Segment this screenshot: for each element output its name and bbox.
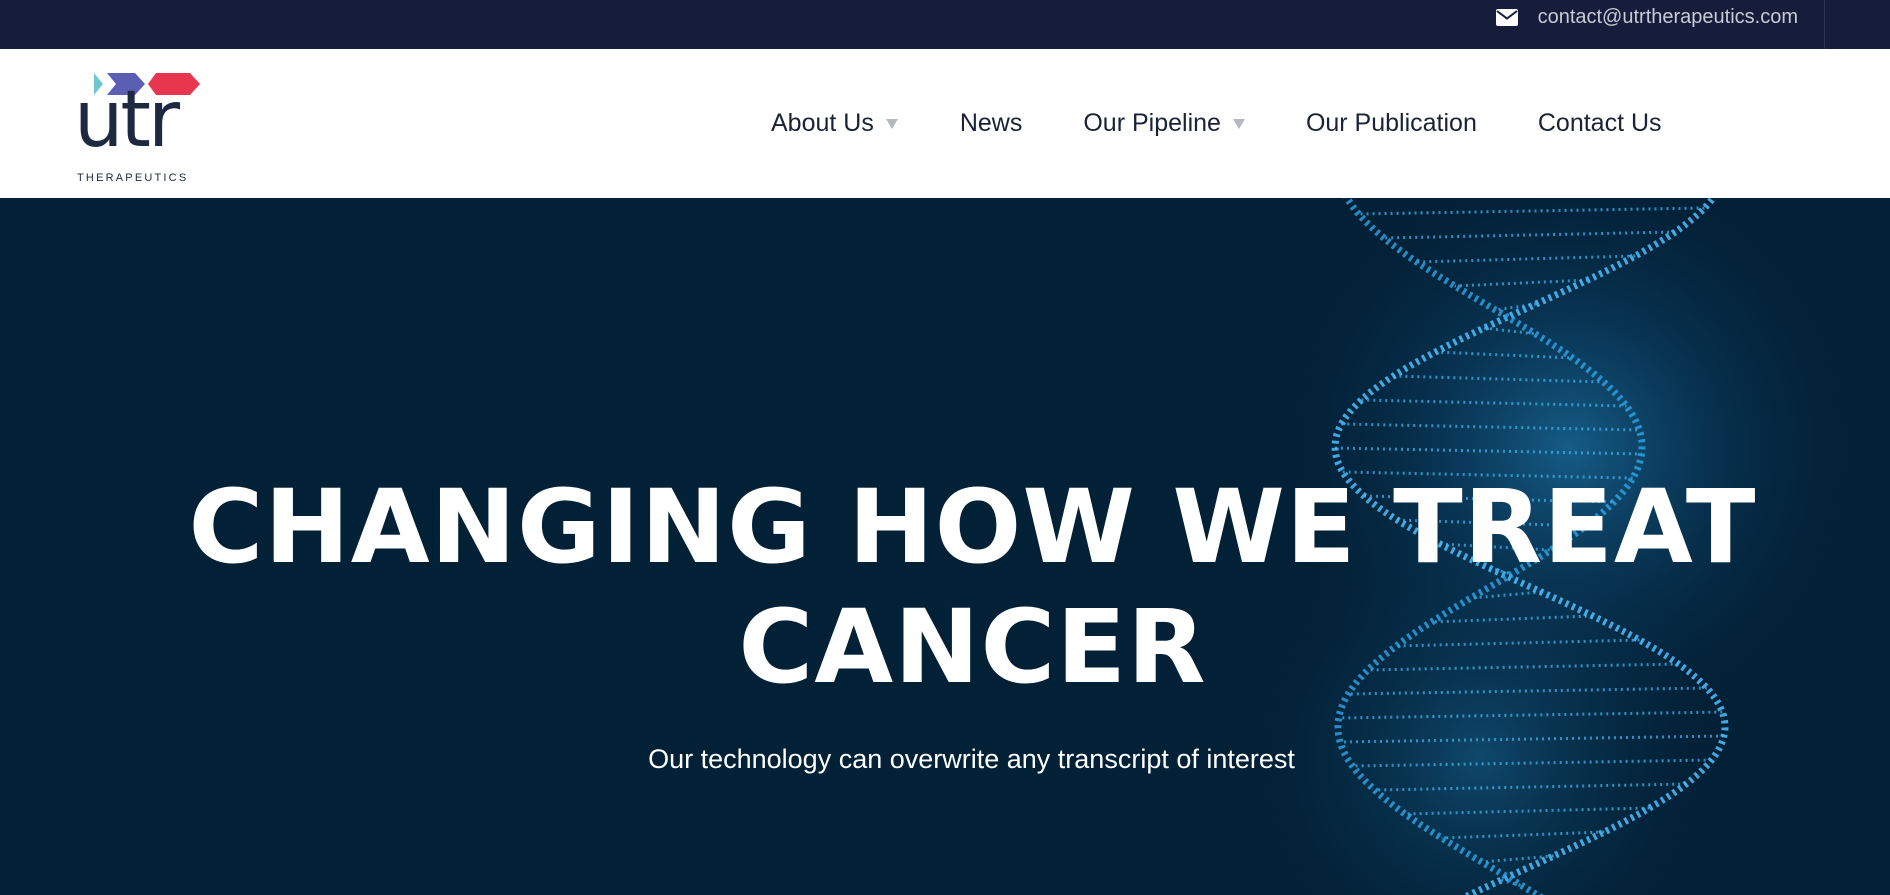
top-contact-bar: contact@utrtherapeutics.com [0, 0, 1890, 49]
main-navigation: About Us News Our Pipeline Our Publicati… [771, 49, 1662, 198]
nav-about-us-label: About Us [771, 109, 874, 137]
hero-tagline: Our technology can overwrite any transcr… [648, 744, 1295, 774]
hero-banner: CHANGING HOW WE TREAT CANCER Our technol… [0, 198, 1890, 895]
nav-our-publication-label: Our Publication [1305, 109, 1477, 137]
hero-headline-line2: CANCER [738, 588, 1207, 707]
logo-wordmark: utr [74, 75, 180, 165]
contact-email-link[interactable]: contact@utrtherapeutics.com [1495, 0, 1798, 35]
nav-our-pipeline[interactable]: Our Pipeline [1083, 109, 1245, 138]
chevron-down-icon [885, 118, 898, 129]
envelope-icon [1495, 9, 1518, 26]
topbar-divider [1824, 0, 1825, 49]
chevron-down-icon [1232, 118, 1245, 129]
logo-subtitle: THERAPEUTICS [77, 172, 189, 184]
utr-logo[interactable]: utr THERAPEUTICS [74, 73, 206, 185]
nav-about-us[interactable]: About Us [771, 109, 898, 138]
nav-contact-us-label: Contact Us [1537, 109, 1662, 137]
nav-contact-us[interactable]: Contact Us [1538, 109, 1662, 138]
hero-headline-line1: CHANGING HOW WE TREAT [188, 468, 1757, 587]
nav-news[interactable]: News [960, 109, 1023, 138]
nav-our-pipeline-label: Our Pipeline [1083, 109, 1221, 137]
contact-email-text: contact@utrtherapeutics.com [1537, 6, 1798, 28]
nav-news-label: News [959, 109, 1023, 137]
nav-our-publication[interactable]: Our Publication [1306, 109, 1477, 138]
site-header: utr THERAPEUTICS About Us News Our Pipel… [0, 49, 1890, 198]
hero-headline: CHANGING HOW WE TREAT CANCER [120, 468, 1825, 708]
